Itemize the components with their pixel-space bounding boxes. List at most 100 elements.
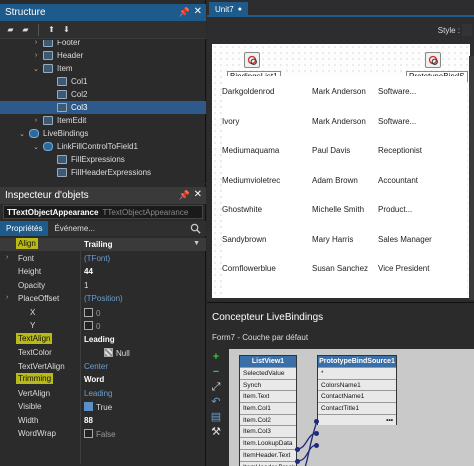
zoom-out-icon[interactable]: − bbox=[210, 366, 222, 378]
tree-item[interactable]: › Footer bbox=[0, 40, 206, 49]
expanded-icon[interactable]: ⌄ bbox=[32, 65, 40, 73]
link-endpoint[interactable] bbox=[314, 443, 319, 448]
checkbox[interactable] bbox=[84, 402, 93, 411]
property-value[interactable]: Word bbox=[84, 375, 104, 384]
tree-item[interactable]: ⌄ LiveBindings bbox=[0, 127, 206, 140]
property-row[interactable]: TextAlign Leading bbox=[0, 332, 206, 346]
property-row[interactable]: VertAlign Leading bbox=[0, 387, 206, 400]
checkbox[interactable] bbox=[84, 307, 93, 317]
collapsed-icon[interactable]: › bbox=[32, 117, 40, 124]
listview-node[interactable]: ListView1 SelectedValue Synch Item.Text Item… bbox=[239, 355, 297, 466]
property-value[interactable]: Leading bbox=[84, 335, 115, 344]
collapsed-icon[interactable]: › bbox=[32, 52, 40, 59]
property-value[interactable]: 44 bbox=[84, 267, 93, 276]
list-item[interactable]: Ivory Mark Anderson Software... bbox=[222, 106, 467, 136]
node-field[interactable]: ContactTitle1 bbox=[318, 402, 396, 414]
chevron-down-icon[interactable]: ▼ bbox=[193, 240, 200, 247]
link-endpoint[interactable] bbox=[314, 431, 319, 436]
tree-item[interactable]: › Header bbox=[0, 49, 206, 62]
zoom-fit-icon[interactable]: ⤢ bbox=[210, 381, 222, 393]
list-view[interactable]: Darkgoldenrod Mark Anderson Software... Ivo… bbox=[222, 76, 467, 298]
node-field[interactable]: ItemHeader.Break bbox=[240, 460, 296, 466]
property-row[interactable]: Align Trailing ▼ bbox=[0, 238, 206, 251]
vertical-scrollbar[interactable] bbox=[469, 56, 474, 300]
tree-item[interactable]: Col2 bbox=[0, 88, 206, 101]
zoom-in-icon[interactable]: + bbox=[210, 351, 222, 363]
property-row[interactable]: X0 bbox=[0, 306, 206, 319]
property-value[interactable]: (TPosition) bbox=[84, 294, 123, 303]
property-value[interactable]: 0 bbox=[84, 321, 100, 331]
tree-item[interactable]: › ItemEdit bbox=[0, 114, 206, 127]
arrow-up-icon[interactable]: ⬆ bbox=[46, 24, 57, 35]
close-icon[interactable]: ✕ bbox=[194, 6, 202, 17]
property-value[interactable]: Center bbox=[84, 362, 108, 371]
object-selector[interactable]: TTextObjectAppearance TTextObjectAppeara… bbox=[3, 205, 203, 219]
property-value[interactable]: Trailing bbox=[84, 240, 112, 249]
color-swatch[interactable] bbox=[104, 348, 113, 357]
form-canvas[interactable]: BindingsList1 PrototypeBindS Darkgoldenr… bbox=[212, 44, 470, 298]
property-row[interactable]: TextColor Null bbox=[0, 346, 206, 359]
property-row[interactable]: › Font (TFont) bbox=[0, 252, 206, 265]
pin-icon[interactable]: 📌 bbox=[179, 190, 190, 201]
list-item[interactable]: Sandybrown Mary Harris Sales Manager bbox=[222, 224, 467, 254]
node-field[interactable]: Item.Col2 bbox=[240, 413, 296, 426]
list-item[interactable]: Cornflowerblue Susan Sanchez Vice Presiden… bbox=[222, 253, 467, 283]
list-item[interactable]: Ghostwhite Michelle Smith Product... bbox=[222, 194, 467, 224]
property-row[interactable]: TextVertAlign Center bbox=[0, 360, 206, 373]
node-field[interactable]: Item.Col3 bbox=[240, 425, 296, 438]
tab-properties[interactable]: Propriétés bbox=[0, 221, 49, 236]
property-row[interactable]: Y0 bbox=[0, 319, 206, 332]
tree-item[interactable]: Col1 bbox=[0, 75, 206, 88]
pin-icon[interactable]: 📌 bbox=[179, 7, 190, 18]
list-item[interactable]: Mediumaquama Paul Davis Receptionist bbox=[222, 135, 467, 165]
style-dropdown[interactable] bbox=[462, 24, 472, 36]
node-field[interactable]: SelectedValue bbox=[240, 367, 296, 379]
property-row[interactable]: Width 88 bbox=[0, 414, 206, 427]
expand-icon[interactable]: › bbox=[6, 294, 8, 301]
link-endpoint[interactable] bbox=[314, 419, 319, 424]
property-row[interactable]: Visible True bbox=[0, 400, 206, 413]
expand-icon[interactable]: › bbox=[6, 254, 8, 261]
checkbox[interactable] bbox=[84, 429, 93, 438]
property-row[interactable]: WordWrap False bbox=[0, 427, 206, 440]
layers-icon[interactable]: ▤ bbox=[210, 411, 222, 423]
checkbox[interactable] bbox=[84, 321, 93, 330]
undo-icon[interactable]: ↶ bbox=[210, 396, 222, 408]
tab-unit7[interactable]: Unit7 ● bbox=[209, 2, 248, 17]
tree-item[interactable]: FillHeaderExpressions bbox=[0, 166, 206, 179]
arrow-down-icon[interactable]: ⬇ bbox=[61, 24, 72, 35]
expanded-icon[interactable]: ⌄ bbox=[18, 130, 26, 138]
property-value[interactable]: Leading bbox=[84, 389, 112, 398]
node-field[interactable]: Item.LookupData bbox=[240, 437, 296, 449]
folder-open-icon[interactable]: ▰ bbox=[5, 24, 16, 35]
property-value[interactable]: Null bbox=[104, 348, 130, 358]
wand-icon[interactable]: ⚒ bbox=[210, 426, 222, 438]
list-item[interactable]: Darkgoldenrod Mark Anderson Software... bbox=[222, 76, 467, 106]
link-endpoint[interactable] bbox=[295, 447, 300, 452]
bindings-list-icon[interactable] bbox=[244, 52, 260, 68]
tree-item[interactable]: Col3 bbox=[0, 101, 206, 114]
property-row[interactable]: Height 44 bbox=[0, 265, 206, 278]
folder-icon[interactable]: ▰ bbox=[20, 24, 31, 35]
livebindings-canvas[interactable]: ListView1 SelectedValue Synch Item.Text Item… bbox=[229, 349, 474, 466]
close-icon[interactable]: ✕ bbox=[194, 189, 202, 200]
node-field[interactable]: ContactName1 bbox=[318, 390, 396, 403]
property-value[interactable]: False bbox=[84, 429, 116, 439]
property-value[interactable]: (TFont) bbox=[84, 254, 110, 263]
bind-source-node[interactable]: PrototypeBindSource1 * ColorsName1 ContactN… bbox=[317, 355, 397, 426]
node-field[interactable]: ItemHeader.Text bbox=[240, 448, 296, 461]
node-field[interactable]: Synch bbox=[240, 378, 296, 391]
prototype-bind-source-icon[interactable] bbox=[425, 52, 441, 68]
tree-item[interactable]: ⌄ Item bbox=[0, 62, 206, 75]
property-value[interactable]: 88 bbox=[84, 416, 93, 425]
more-icon[interactable]: ••• bbox=[318, 413, 396, 426]
property-row[interactable]: Trimming Word bbox=[0, 373, 206, 386]
node-field[interactable]: Item.Col1 bbox=[240, 402, 296, 414]
property-row[interactable]: › PlaceOffset (TPosition) bbox=[0, 292, 206, 305]
tree-item[interactable]: ⌄ LinkFillControlToField1 bbox=[0, 140, 206, 153]
property-row[interactable]: Opacity 1 bbox=[0, 279, 206, 292]
expanded-icon[interactable]: ⌄ bbox=[32, 143, 40, 151]
list-item[interactable]: Mediumvioletrec Adam Brown Accountant bbox=[222, 165, 467, 195]
search-icon[interactable] bbox=[190, 223, 201, 234]
collapsed-icon[interactable]: › bbox=[32, 40, 40, 46]
